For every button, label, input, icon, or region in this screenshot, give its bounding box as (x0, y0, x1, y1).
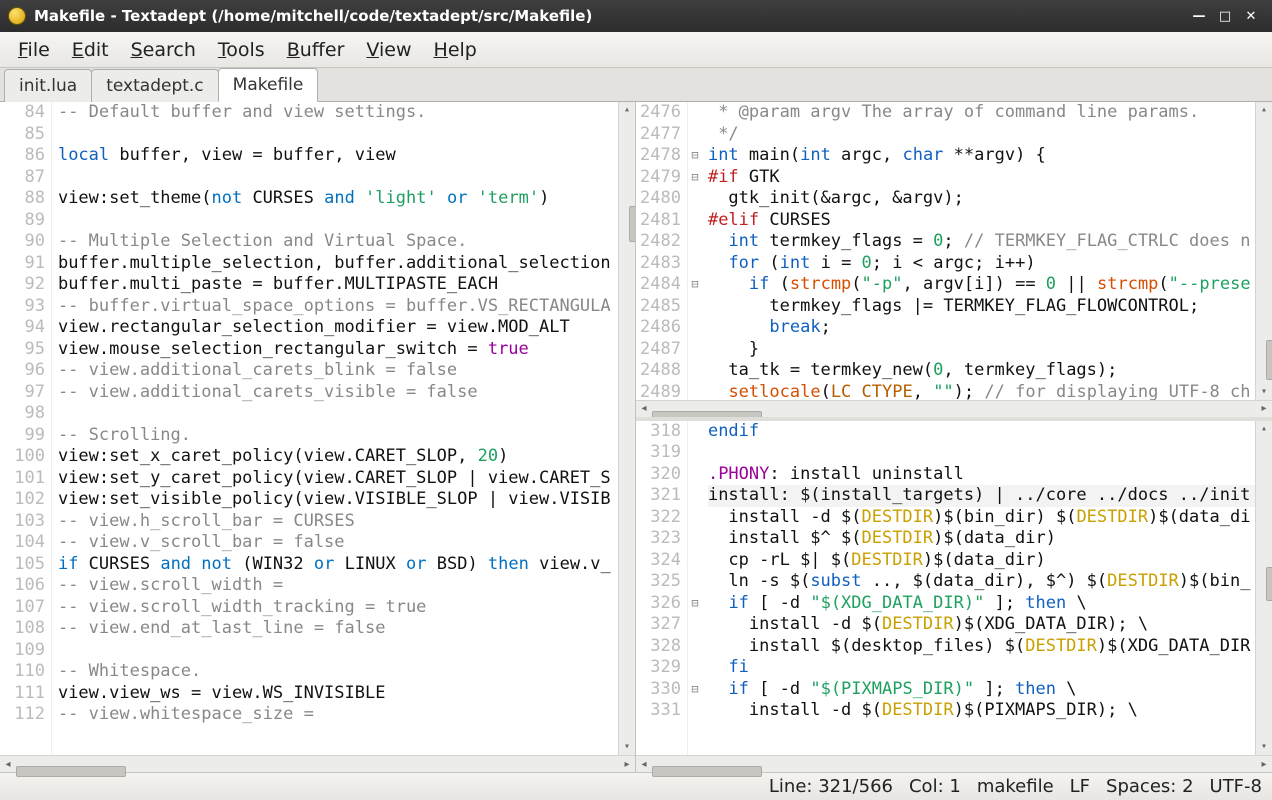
titlebar: Makefile - Textadept (/home/mitchell/cod… (0, 0, 1272, 32)
menu-search[interactable]: Search (121, 35, 206, 65)
code-left[interactable]: -- Default buffer and view settings. loc… (52, 102, 618, 755)
scroll-right-icon[interactable]: ▸ (1256, 756, 1272, 772)
menu-view[interactable]: View (356, 35, 421, 65)
workspace: 84 85 86 87 88 89 90 91 92 93 94 95 96 9… (0, 102, 1272, 772)
status-lang: makefile (977, 776, 1054, 797)
scroll-left-icon[interactable]: ◂ (636, 756, 652, 772)
scroll-up-icon[interactable]: ▴ (1256, 102, 1272, 118)
vscroll-thumb-br[interactable] (1266, 567, 1272, 601)
status-line: Line: 321/566 (769, 776, 893, 797)
vscroll-left[interactable]: ▴ ▾ (618, 102, 635, 755)
statusbar: Line: 321/566 Col: 1 makefile LF Spaces:… (0, 772, 1272, 800)
maximize-button[interactable]: □ (1212, 5, 1238, 27)
hscroll-left[interactable]: ◂ ▸ (0, 755, 635, 772)
scroll-down-icon[interactable]: ▾ (619, 739, 635, 755)
menu-help[interactable]: Help (424, 35, 487, 65)
menu-tools[interactable]: Tools (208, 35, 275, 65)
tab-makefile[interactable]: Makefile (218, 68, 319, 102)
window-title: Makefile - Textadept (/home/mitchell/cod… (34, 7, 1178, 25)
vscroll-br[interactable]: ▴ ▾ (1255, 421, 1272, 755)
editor-pane-left: 84 85 86 87 88 89 90 91 92 93 94 95 96 9… (0, 102, 636, 772)
editor-bottom-right[interactable]: 318 319 320 321 322 323 324 325 326 327 … (636, 421, 1272, 755)
status-eol: LF (1070, 776, 1090, 797)
editor-top-right[interactable]: 2476 2477 2478 2479 2480 2481 2482 2483 … (636, 102, 1272, 400)
code-tr[interactable]: * @param argv The array of command line … (702, 102, 1255, 400)
minimize-button[interactable]: — (1186, 5, 1212, 27)
menu-edit[interactable]: Edit (62, 35, 119, 65)
tab-textadept-c[interactable]: textadept.c (91, 69, 218, 102)
scroll-up-icon[interactable]: ▴ (619, 102, 635, 118)
vscroll-thumb-left[interactable] (629, 206, 635, 242)
menubar: File Edit Search Tools Buffer View Help (0, 32, 1272, 68)
scroll-left-icon[interactable]: ◂ (0, 756, 16, 772)
status-encoding: UTF-8 (1210, 776, 1262, 797)
code-br[interactable]: endif .PHONY: install uninstall install:… (702, 421, 1255, 755)
menu-file[interactable]: File (8, 35, 60, 65)
window-controls: — □ ✕ (1186, 5, 1264, 27)
hscroll-thumb-left[interactable] (16, 766, 126, 777)
editor-pane-right: 2476 2477 2478 2479 2480 2481 2482 2483 … (636, 102, 1272, 772)
scroll-up-icon[interactable]: ▴ (1256, 421, 1272, 437)
menu-buffer[interactable]: Buffer (277, 35, 355, 65)
editor-left[interactable]: 84 85 86 87 88 89 90 91 92 93 94 95 96 9… (0, 102, 635, 755)
tabbar: init.lua textadept.c Makefile (0, 68, 1272, 102)
gutter-tr: 2476 2477 2478 2479 2480 2481 2482 2483 … (636, 102, 688, 400)
fold-col-br[interactable]: ⊟ ⊟ (688, 421, 702, 755)
tab-init-lua[interactable]: init.lua (4, 69, 92, 102)
scroll-down-icon[interactable]: ▾ (1256, 384, 1272, 400)
vscroll-thumb-tr[interactable] (1266, 340, 1272, 380)
editor-bottom-right-pane: 318 319 320 321 322 323 324 325 326 327 … (636, 417, 1272, 772)
scroll-right-icon[interactable]: ▸ (619, 756, 635, 772)
hscroll-tr[interactable]: ◂ ▸ (636, 400, 1272, 417)
scroll-down-icon[interactable]: ▾ (1256, 739, 1272, 755)
status-col: Col: 1 (909, 776, 961, 797)
scroll-right-icon[interactable]: ▸ (1256, 401, 1272, 417)
app-icon (8, 7, 26, 25)
vscroll-tr[interactable]: ▴ ▾ (1255, 102, 1272, 400)
editor-top-right-pane: 2476 2477 2478 2479 2480 2481 2482 2483 … (636, 102, 1272, 417)
gutter-left: 84 85 86 87 88 89 90 91 92 93 94 95 96 9… (0, 102, 52, 755)
hscroll-br[interactable]: ◂ ▸ (636, 755, 1272, 772)
scroll-left-icon[interactable]: ◂ (636, 401, 652, 417)
gutter-br: 318 319 320 321 322 323 324 325 326 327 … (636, 421, 688, 755)
close-button[interactable]: ✕ (1238, 5, 1264, 27)
status-indent: Spaces: 2 (1106, 776, 1193, 797)
fold-col-tr[interactable]: ⊟ ⊟ ⊟ (688, 102, 702, 400)
hscroll-thumb-br[interactable] (652, 766, 762, 777)
